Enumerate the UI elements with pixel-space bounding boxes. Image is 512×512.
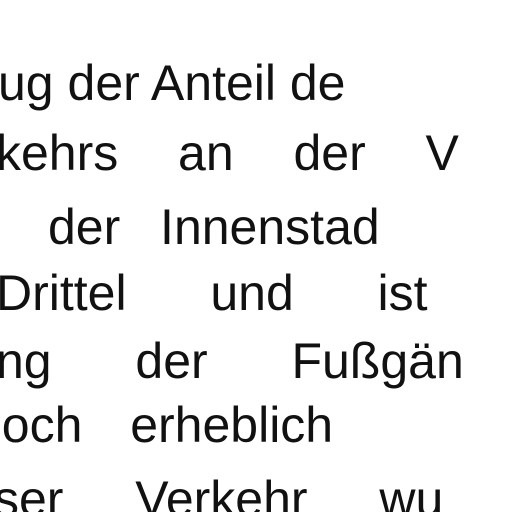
- text-line-1: ug der Anteil de: [0, 55, 346, 111]
- text-line-4: Drittel und ist: [0, 265, 428, 321]
- text-line-7: ser Verkehr wu: [0, 471, 444, 512]
- text-line-5: ng der Fußgän: [0, 333, 464, 389]
- document-page: ug der Anteil de kehrs an der V der Inne…: [0, 0, 512, 512]
- text-line-6: noch erheblich: [0, 397, 334, 453]
- text-line-2: kehrs an der V: [0, 125, 459, 181]
- text-line-3: der Innenstad: [48, 199, 380, 255]
